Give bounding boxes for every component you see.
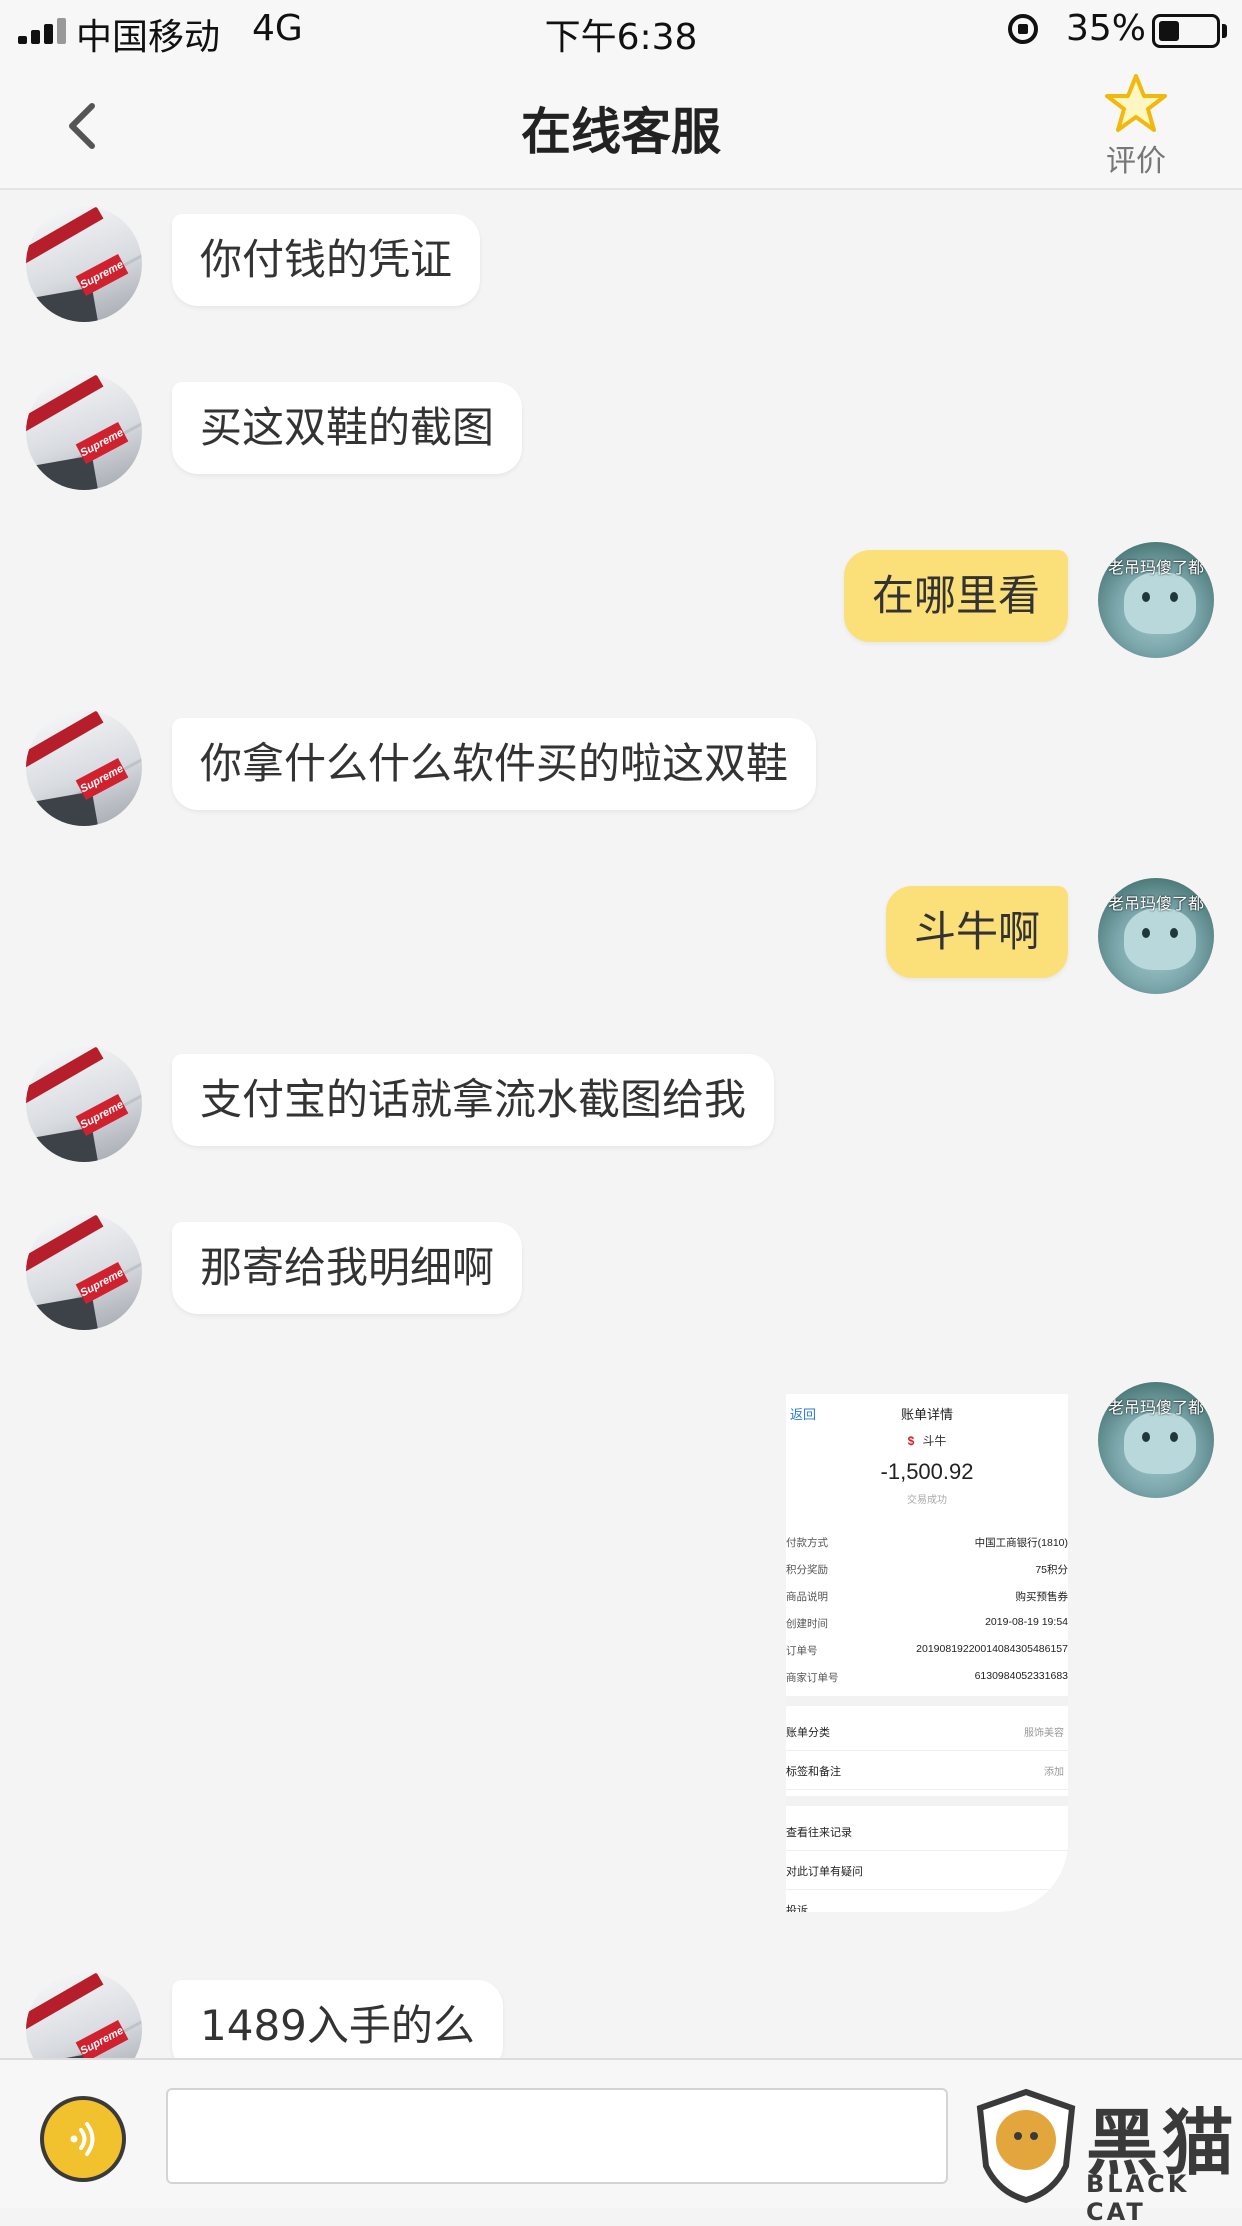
detail-value: 75积分 [1035,1564,1068,1576]
user-avatar[interactable]: 老吊玛傻了都 [1098,1382,1214,1498]
avatar-logo: Supreme [75,1262,129,1304]
voice-button[interactable] [40,2096,126,2182]
user-avatar[interactable]: 老吊玛傻了都 [1098,542,1214,658]
rotation-lock-icon [1008,14,1038,44]
agent-avatar[interactable]: Supreme [26,1046,142,1162]
receipt-detail-row: 付款方式 中国工商银行(1810) [786,1528,1068,1555]
cat-shield-icon [976,2088,1076,2204]
avatar-logo: Supreme [75,2020,129,2062]
receipt-question-row: 对此订单有疑问 [786,1851,1068,1890]
message-bubble[interactable]: 在哪里看 [843,550,1068,642]
receipt-detail-row: 商品说明 购买预售券 [786,1582,1068,1609]
message-bubble[interactable]: 那寄给我明细啊 [172,1222,523,1314]
detail-value: 6130984052331683 [974,1670,1068,1682]
avatar-logo: Supreme [75,758,129,800]
receipt-title: 账单详情 [900,1407,953,1422]
input-bar: 黑猫 BLACK CAT [0,2058,1242,2226]
star-icon [1105,74,1167,132]
back-button[interactable] [60,100,106,152]
question-label: 对此订单有疑问 [786,1866,863,1878]
detail-label: 付款方式 [786,1537,828,1549]
receipt-image-message[interactable]: 返回 账单详情 $ 斗牛 -1,500.92 交易成功 付款方式 中国工商银行(18… [786,1382,1068,1912]
voice-icon [70,2122,95,2156]
battery-percent: 35% [1066,8,1147,49]
message-input[interactable] [166,2088,948,2184]
nav-bar: 在线客服 评价 [0,62,1242,190]
receipt-merchant: $ 斗牛 [786,1432,1068,1449]
status-bar: 中国移动 4G 下午6:38 35% [0,0,1242,62]
avatar-logo: Supreme [75,254,129,296]
receipt-detail-row: 创建时间 2019-08-19 19:54 [786,1609,1068,1636]
detail-value: 2019-08-19 19:54 [985,1616,1068,1628]
battery-tip [1222,24,1227,38]
receipt-amount: -1,500.92 [880,1459,974,1484]
avatar-logo: Supreme [75,1094,129,1136]
agent-avatar[interactable]: Supreme [26,374,142,490]
detail-label: 商品说明 [786,1591,828,1603]
category-value: 服饰美容 [1024,1728,1064,1739]
detail-label: 积分奖励 [786,1564,828,1576]
merchant-name: 斗牛 [922,1434,947,1448]
detail-value: 中国工商银行(1810) [974,1537,1068,1549]
agent-avatar[interactable]: Supreme [26,206,142,322]
avatar-logo: Supreme [75,422,129,464]
tags-label: 标签和备注 [786,1766,841,1778]
message-bubble[interactable]: 支付宝的话就拿流水截图给我 [172,1054,775,1146]
agent-avatar[interactable]: Supreme [26,1214,142,1330]
detail-label: 商家订单号 [786,1672,839,1684]
avatar-caption: 老吊玛傻了都 [1107,558,1204,577]
merchant-logo-icon: $ [907,1434,915,1448]
detail-label: 创建时间 [786,1618,828,1630]
detail-label: 订单号 [786,1645,818,1657]
complain-label: 投诉 [786,1905,808,1912]
detail-value: 购买预售券 [1015,1591,1069,1603]
category-label: 账单分类 [786,1727,830,1739]
avatar-caption: 老吊玛傻了都 [1107,1398,1204,1417]
avatar-caption: 老吊玛傻了都 [1107,894,1204,913]
message-bubble[interactable]: 你付钱的凭证 [172,214,481,306]
receipt-history-row: 查看往来记录 [786,1812,1068,1851]
receipt-detail-row: 积分奖励 75积分 [786,1555,1068,1582]
watermark-subtext: BLACK CAT [1086,2170,1190,2226]
message-bubble[interactable]: 买这双鞋的截图 [172,382,523,474]
receipt-state: 交易成功 [907,1495,947,1506]
tags-value: 添加 [1044,1767,1064,1778]
receipt-tags-row: 标签和备注 添加 [786,1751,1068,1790]
message-bubble[interactable]: 你拿什么什么软件买的啦这双鞋 [172,718,817,810]
receipt-detail-row: 商家订单号 6130984052331683 [786,1663,1068,1690]
agent-avatar[interactable]: Supreme [26,710,142,826]
user-avatar[interactable]: 老吊玛傻了都 [1098,878,1214,994]
receipt-complain-row: 投诉 [786,1890,1068,1912]
page-title: 在线客服 [521,103,721,161]
message-bubble[interactable]: 斗牛啊 [885,886,1068,978]
receipt-detail-row: 订单号 20190819220014084305486157 [786,1636,1068,1663]
chevron-left-icon [69,103,95,149]
receipt-category-row: 账单分类 服饰美容 [786,1712,1068,1751]
detail-value: 20190819220014084305486157 [916,1643,1068,1655]
clock: 下午6:38 [544,17,698,58]
history-label: 查看往来记录 [786,1827,852,1839]
battery-icon [1152,14,1220,48]
rate-label: 评价 [1106,144,1166,179]
rate-button[interactable]: 评价 [1090,72,1182,182]
